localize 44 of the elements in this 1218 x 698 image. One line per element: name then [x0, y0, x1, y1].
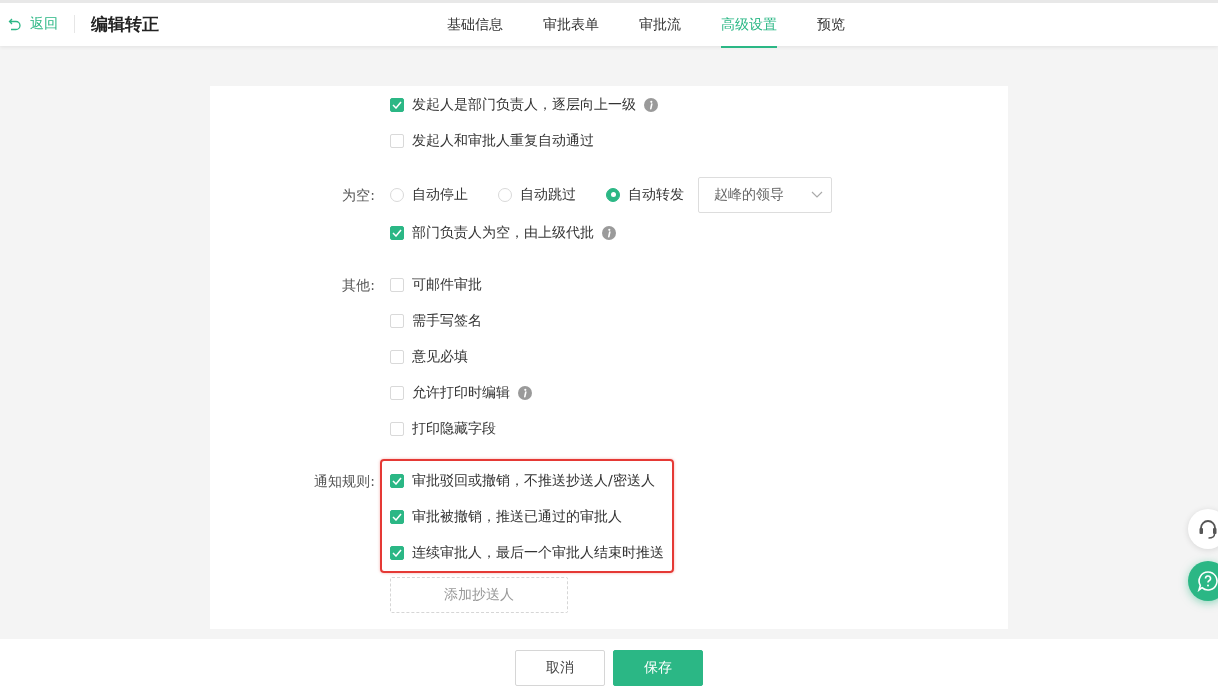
- cancel-button[interactable]: 取消: [515, 650, 605, 687]
- checkbox[interactable]: [390, 277, 404, 292]
- section-label: 通知规则:: [314, 472, 375, 489]
- checkbox[interactable]: [390, 385, 404, 400]
- section-label: 其他:: [342, 276, 375, 293]
- radio-label: 自动停止: [412, 185, 468, 204]
- checkbox[interactable]: [390, 313, 404, 328]
- checkbox-label: 打印隐藏字段: [412, 419, 496, 438]
- checkbox[interactable]: [390, 509, 404, 524]
- checkbox-label: 需手写签名: [412, 311, 482, 330]
- checkbox-label: 审批驳回或撤销，不推送抄送人/密送人: [412, 471, 655, 490]
- tab[interactable]: 预览: [817, 3, 845, 48]
- chevron-down-icon: [811, 190, 823, 199]
- checkbox[interactable]: [390, 545, 404, 560]
- checkbox[interactable]: [390, 225, 404, 240]
- checkbox[interactable]: [390, 97, 404, 112]
- radio-button[interactable]: [606, 187, 620, 202]
- checkbox-label: 发起人是部门负责人，逐层向上一级: [412, 95, 636, 114]
- checkbox-label: 意见必填: [412, 347, 468, 366]
- section-label: 为空:: [342, 186, 375, 203]
- checkbox-label: 连续审批人，最后一个审批人结束时推送: [412, 543, 664, 562]
- radio-label: 自动跳过: [520, 185, 576, 204]
- dropdown-select[interactable]: 赵峰的领导: [698, 176, 832, 213]
- tab[interactable]: 审批流: [639, 3, 681, 48]
- tab[interactable]: 审批表单: [543, 3, 599, 48]
- radio-button[interactable]: [498, 187, 512, 202]
- headset-icon: [1197, 518, 1218, 540]
- checkbox[interactable]: [390, 473, 404, 488]
- page-title: 编辑转正: [91, 12, 159, 36]
- headset-button[interactable]: [1188, 509, 1218, 549]
- tab[interactable]: 基础信息: [447, 3, 503, 48]
- checkbox-label: 可邮件审批: [412, 275, 482, 294]
- checkbox-label: 发起人和审批人重复自动通过: [412, 131, 594, 150]
- checkbox[interactable]: [390, 421, 404, 436]
- checkbox-label: 允许打印时编辑: [412, 383, 510, 402]
- help-chat-icon: [1197, 570, 1218, 592]
- checkbox[interactable]: [390, 349, 404, 364]
- checkbox-label: 部门负责人为空，由上级代批: [412, 223, 594, 242]
- checkbox-label: 审批被撤销，推送已通过的审批人: [412, 507, 622, 526]
- radio-button[interactable]: [390, 187, 404, 202]
- radio-label: 自动转发: [628, 185, 684, 204]
- checkbox[interactable]: [390, 133, 404, 148]
- help-button[interactable]: [1188, 561, 1218, 601]
- undo-arrow-icon: [8, 17, 22, 32]
